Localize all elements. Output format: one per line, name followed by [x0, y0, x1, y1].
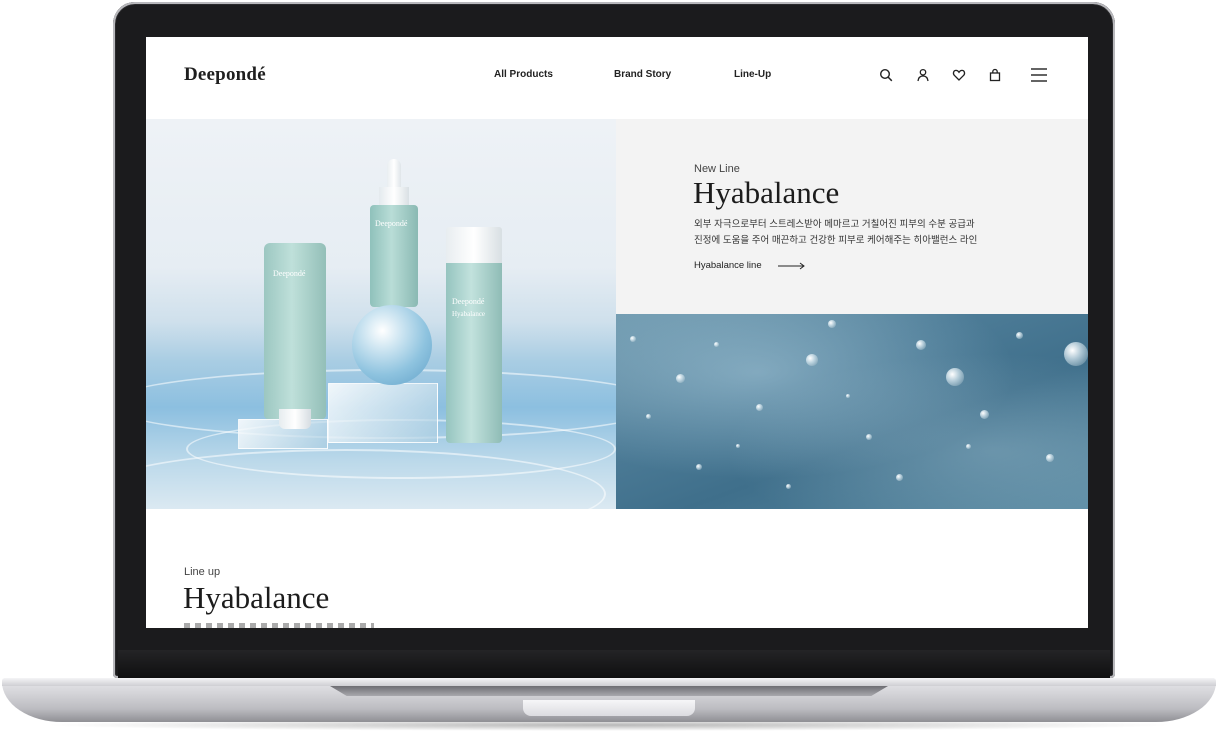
tube-cap: [279, 409, 311, 429]
dropper-bulb: [387, 159, 401, 189]
tube-label: Deepondé: [273, 269, 306, 278]
nav-line-up[interactable]: Line-Up: [734, 69, 771, 80]
bubble: [646, 414, 651, 419]
bubble: [806, 354, 818, 366]
bag-icon[interactable]: [986, 66, 1004, 84]
heart-icon[interactable]: [950, 66, 968, 84]
site-header: Deepondé All Products Brand Story Line-U…: [146, 37, 1088, 119]
bubble: [714, 342, 719, 347]
hero-info-panel: New Line Hyabalance 외부 자극으로부터 스트레스받아 메마르…: [616, 119, 1088, 314]
bubble: [1064, 342, 1088, 366]
nav-brand-story[interactable]: Brand Story: [614, 69, 671, 80]
cutoff-text-fragment: [184, 623, 374, 628]
laptop-notch: [523, 700, 695, 716]
bubble: [630, 336, 636, 342]
bubble: [756, 404, 763, 411]
hyabalance-line-link[interactable]: Hyabalance line: [694, 260, 762, 271]
bubble: [1016, 332, 1023, 339]
dropper-neck: [379, 187, 409, 205]
laptop-base-groove: [330, 686, 888, 696]
bubble: [896, 474, 903, 481]
lineup-section: Line up Hyabalance: [146, 509, 1088, 628]
toner-sublabel: Hyabalance: [452, 310, 486, 318]
bubble: [1046, 454, 1054, 462]
menu-icon[interactable]: [1029, 66, 1049, 84]
toner-label: Deepondé: [452, 297, 485, 306]
hero-description: 외부 자극으로부터 스트레스받아 메마르고 거칠어진 피부의 수분 공급과 진정…: [694, 217, 977, 249]
water-texture-photo: [616, 314, 1088, 509]
toner-bottle: [446, 263, 502, 443]
bubble: [916, 340, 926, 350]
bubble: [866, 434, 872, 440]
bubble: [946, 368, 964, 386]
bubble: [736, 444, 740, 448]
user-icon[interactable]: [914, 66, 932, 84]
bubble: [786, 484, 791, 489]
lineup-title: Hyabalance: [183, 580, 330, 615]
laptop-screen: Deepondé All Products Brand Story Line-U…: [146, 37, 1088, 628]
hero-title: Hyabalance: [693, 175, 840, 210]
serum-label: Deepondé: [375, 219, 408, 228]
bubble: [846, 394, 850, 398]
bubble: [966, 444, 971, 449]
glass-sphere: [352, 305, 432, 385]
bubble: [828, 320, 836, 328]
hero-eyebrow: New Line: [694, 163, 740, 175]
brand-logo[interactable]: Deepondé: [184, 64, 266, 86]
toner-cap: [446, 227, 502, 263]
laptop-hinge: [118, 650, 1110, 678]
nav-all-products[interactable]: All Products: [494, 69, 553, 80]
hero-description-line: 진정에 도움을 주어 매끈하고 건강한 피부로 케어해주는 히아밸런스 라인: [694, 235, 978, 246]
lineup-eyebrow: Line up: [184, 566, 221, 578]
search-icon[interactable]: [877, 66, 895, 84]
hero-product-photo: Deepondé Deepondé Deepondé Hyabalance: [146, 119, 616, 509]
bubble: [980, 410, 989, 419]
hero-description-line: 외부 자극으로부터 스트레스받아 메마르고 거칠어진 피부의 수분 공급과: [694, 219, 975, 230]
laptop-base-top: [2, 678, 1216, 686]
bubble: [696, 464, 702, 470]
glass-block: [328, 383, 438, 443]
bubble: [676, 374, 685, 383]
arrow-right-icon[interactable]: [778, 262, 806, 270]
